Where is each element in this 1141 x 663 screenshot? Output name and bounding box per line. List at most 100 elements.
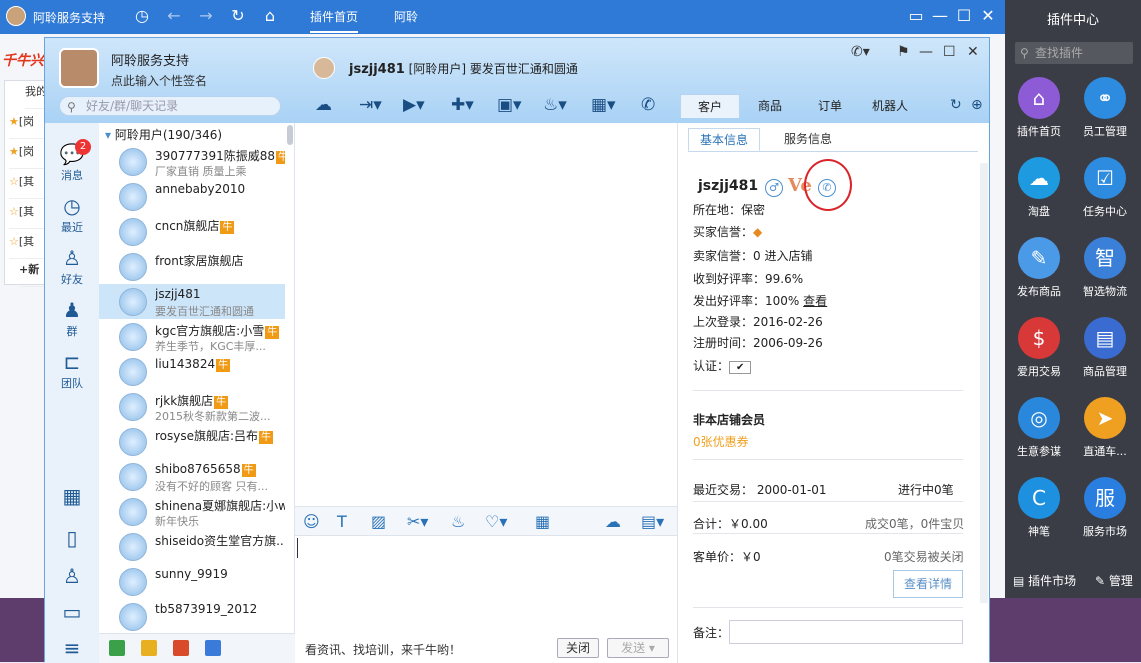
plugin-market-button[interactable]: ▤ 插件市场 <box>1013 572 1076 589</box>
inbox-icon[interactable]: ▭ <box>45 599 99 625</box>
font-icon[interactable]: T <box>337 512 347 531</box>
list-item[interactable]: shiseido资生堂官方旗... <box>99 529 285 564</box>
list-item[interactable]: 390777391陈振威88牛厂家直销 质量上乘 <box>99 144 285 179</box>
enter-shop-link[interactable]: 进入店铺 <box>764 249 812 263</box>
refresh-icon[interactable]: ↻ <box>228 6 248 26</box>
minimize-icon[interactable]: — <box>930 6 950 26</box>
apps-icon[interactable]: ▦ <box>45 483 99 509</box>
list-item[interactable]: shibo8765658 牛没有不好的顾客 只有... <box>99 459 285 494</box>
app-icon[interactable] <box>109 640 125 656</box>
list-item[interactable]: jszjj481 要发百世汇通和圆通 <box>99 284 285 319</box>
signature-field[interactable]: 点此输入个性签名 <box>111 72 207 89</box>
shake-icon[interactable]: ♨ <box>451 512 465 531</box>
plugin-item[interactable]: ▤ 商品管理 <box>1075 317 1135 379</box>
timer-icon[interactable]: ◷ <box>132 6 152 26</box>
message-icon[interactable]: ▭ <box>906 6 926 26</box>
nav-messages[interactable]: 💬 2 消息 <box>45 139 99 183</box>
info-scrollbar[interactable] <box>980 163 988 603</box>
close-icon[interactable]: ✕ <box>967 44 979 60</box>
contact-scrollbar[interactable] <box>287 125 293 145</box>
tab-service-info[interactable]: 服务信息 <box>772 128 844 152</box>
screenshot-icon[interactable]: ✂▾ <box>407 512 428 531</box>
list-item[interactable]: rosyse旗舰店:吕布牛 <box>99 424 285 459</box>
list-item[interactable]: shinena夏娜旗舰店:小w 新年快乐 <box>99 494 285 529</box>
calendar-add-icon[interactable]: ▦▾ <box>591 94 616 116</box>
tab-plugin-home[interactable]: 插件首页 <box>310 8 359 33</box>
tab-product[interactable]: 商品 <box>740 94 800 118</box>
view-link[interactable]: 查看 <box>803 294 827 308</box>
tab-basic-info[interactable]: 基本信息 <box>688 128 760 152</box>
history-icon[interactable]: ▤▾ <box>641 512 664 531</box>
manage-button[interactable]: ✎ 管理 <box>1095 572 1133 589</box>
minimize-icon[interactable]: — <box>919 44 933 60</box>
calculator-icon[interactable]: ▦ <box>535 512 550 531</box>
add-icon[interactable]: ⊕ <box>971 94 983 116</box>
ad-link[interactable]: 看资讯、找培训，来千牛哟！ <box>305 641 461 658</box>
close-button[interactable]: 关闭 <box>557 638 599 658</box>
list-item[interactable]: tb5873919_2012 <box>99 599 285 633</box>
alarm-icon[interactable]: ♨▾ <box>543 94 567 116</box>
sell-icon[interactable] <box>205 640 221 656</box>
list-item[interactable]: annebaby2010 <box>99 179 285 214</box>
search-input[interactable]: ⚲ 好友/群/聊天记录 <box>59 96 281 116</box>
refresh-icon[interactable]: ↻ <box>950 94 962 116</box>
list-item[interactable]: liu143824 牛 <box>99 354 285 389</box>
mobile-icon[interactable]: ▯ <box>45 525 99 551</box>
transfer-icon[interactable]: ⇥▾ <box>359 94 382 116</box>
shop-icon[interactable] <box>173 640 189 656</box>
plugin-item[interactable]: ✎ 发布商品 <box>1009 237 1069 299</box>
plugin-item[interactable]: ◎ 生意参谋 <box>1009 397 1069 459</box>
plugin-item[interactable]: 智智选物流 <box>1075 237 1135 299</box>
menu-icon[interactable]: ≡ <box>45 635 99 661</box>
plugin-item[interactable]: ⌂ 插件首页 <box>1009 77 1069 139</box>
user-settings-icon[interactable]: ♙ <box>45 563 99 589</box>
list-item[interactable]: ☆[其 <box>9 203 49 229</box>
plugin-item[interactable]: ➤ 直通车... <box>1075 397 1135 459</box>
tab-customer[interactable]: 客户 <box>680 94 740 118</box>
view-details-button[interactable]: 查看详情 <box>893 570 963 598</box>
list-item[interactable]: sunny_9919 <box>99 564 285 599</box>
screen-share-icon[interactable]: ▣▾ <box>497 94 522 116</box>
group-chat-icon[interactable]: ✚▾ <box>451 94 474 116</box>
text-cursor[interactable] <box>297 538 298 558</box>
list-item[interactable]: ☆[其 <box>9 233 49 259</box>
plugin-item[interactable]: ☑ 任务中心 <box>1075 157 1135 219</box>
image-icon[interactable]: ▨ <box>371 512 386 531</box>
chat-bubble-icon[interactable]: ☁ <box>315 94 332 116</box>
nav-groups[interactable]: ♟ 群 <box>45 297 99 339</box>
peer-avatar[interactable] <box>313 57 335 79</box>
home-icon[interactable]: ⌂ <box>260 6 280 26</box>
app-icon[interactable] <box>141 640 157 656</box>
tab-robot[interactable]: 机器人 <box>860 94 920 118</box>
nav-team[interactable]: ⊏ 团队 <box>45 349 99 391</box>
pin-icon[interactable]: ⚑ <box>897 44 910 60</box>
maximize-icon[interactable]: ☐ <box>954 6 974 26</box>
list-item[interactable]: cncn旗舰店牛 <box>99 214 285 249</box>
plugin-item[interactable]: 服服务市场 <box>1075 477 1135 539</box>
send-button[interactable]: 发送 ▾ <box>607 638 669 658</box>
phone-icon[interactable]: ✆ <box>641 94 655 116</box>
call-icon[interactable]: ✆▾ <box>851 44 870 60</box>
emoji-icon[interactable]: ☺ <box>303 512 320 531</box>
tab-aling[interactable]: 阿聆 <box>394 8 418 25</box>
avatar[interactable] <box>6 6 26 26</box>
plugin-search-input[interactable]: ⚲ 查找插件 <box>1015 42 1133 64</box>
forward-icon[interactable]: → <box>196 6 216 26</box>
note-input[interactable] <box>729 620 963 644</box>
favorite-icon[interactable]: ♡▾ <box>485 512 507 531</box>
group-header[interactable]: ▾ 阿聆用户(190/346) <box>105 126 222 143</box>
list-item[interactable]: rjkk旗舰店牛 2015秋冬新款第二波... <box>99 389 285 424</box>
plugin-item[interactable]: ⚭ 员工管理 <box>1075 77 1135 139</box>
list-item[interactable]: ☆[其 <box>9 173 49 199</box>
close-icon[interactable]: ✕ <box>978 6 998 26</box>
maximize-icon[interactable]: ☐ <box>943 44 956 60</box>
nav-recent[interactable]: ◷ 最近 <box>45 193 99 235</box>
back-icon[interactable]: ← <box>164 6 184 26</box>
my-avatar[interactable] <box>59 48 99 88</box>
plugin-item[interactable]: C 神笔 <box>1009 477 1069 539</box>
list-item[interactable]: kgc官方旗舰店:小雪牛养生季节，KGC丰厚... <box>99 319 285 354</box>
plugin-item[interactable]: $ 爱用交易 <box>1009 317 1069 379</box>
nav-friends[interactable]: ♙ 好友 <box>45 245 99 287</box>
tab-order[interactable]: 订单 <box>800 94 860 118</box>
plugin-item[interactable]: ☁ 淘盘 <box>1009 157 1069 219</box>
